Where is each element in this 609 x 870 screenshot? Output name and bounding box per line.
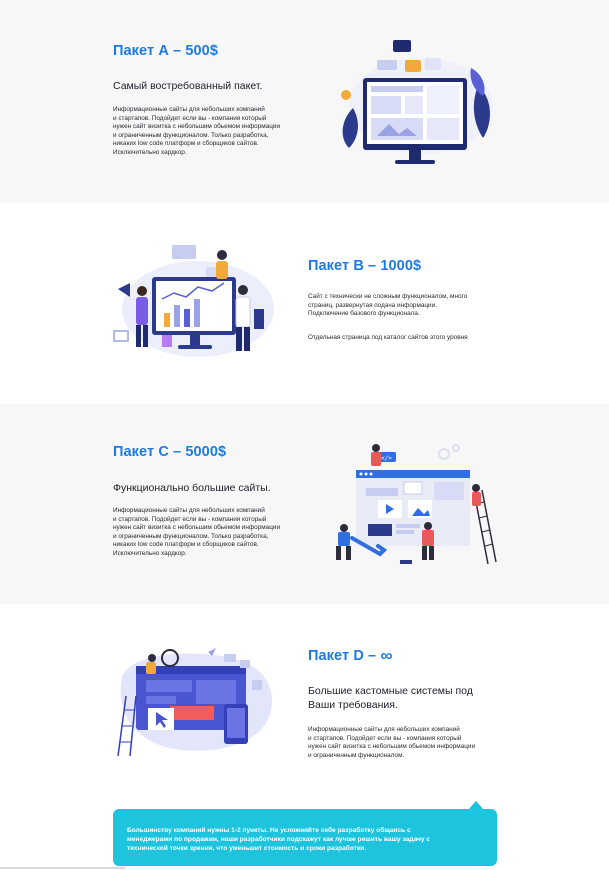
package-b-title: Пакет B – 1000$ xyxy=(308,258,422,274)
infinity-icon: ∞ xyxy=(380,646,393,665)
package-c-subtitle: Функционально большие сайты. xyxy=(113,482,271,494)
package-d-description: Информационные сайты для небольших компа… xyxy=(308,726,476,759)
analytics-team-illustration xyxy=(113,245,274,357)
package-b-description: Сайт с технически не сложным функционало… xyxy=(308,293,468,318)
package-d-subtitle: Большие кастомные системы под Ваши требо… xyxy=(308,685,473,711)
ui-design-illustration xyxy=(117,648,272,757)
package-a-title: Пакет А – 500$ xyxy=(113,43,218,59)
package-c-title: Пакет С – 5000$ xyxy=(113,444,227,460)
svg-text:</>: </> xyxy=(381,455,392,462)
advice-banner: Большинству компаний нужны 1-2 пункты. Н… xyxy=(113,809,497,866)
package-b-catalog-note: Отдельная страница под каталог сайтов эт… xyxy=(308,334,468,341)
bottom-divider xyxy=(0,867,125,869)
advice-banner-text: Большинству компаний нужны 1-2 пункты. Н… xyxy=(127,827,431,852)
package-c-description: Информационные сайты для небольших компа… xyxy=(113,507,281,557)
package-a-subtitle: Самый востребованный пакет. xyxy=(113,80,263,92)
package-b-section: Пакет B – 1000$ Сайт с технически не сло… xyxy=(0,203,609,404)
package-c-section: Пакет С – 5000$ Функционально большие са… xyxy=(0,404,609,604)
monitor-dashboard-illustration xyxy=(341,40,493,164)
package-a-section: Пакет А – 500$ Самый востребованный паке… xyxy=(0,0,609,203)
package-a-description: Информационные сайты для небольших компа… xyxy=(113,106,281,156)
package-d-title: Пакет D – ∞ xyxy=(308,646,393,666)
web-builders-illustration: </> xyxy=(336,444,497,565)
package-d-title-text: Пакет D – xyxy=(308,648,377,664)
